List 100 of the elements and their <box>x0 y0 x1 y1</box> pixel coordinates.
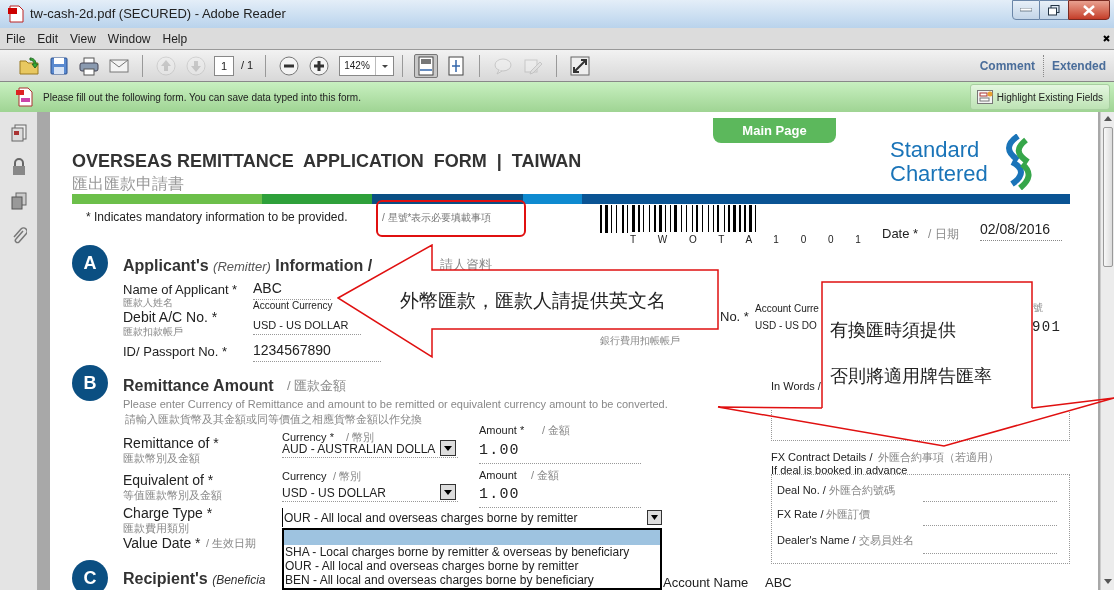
page-count: / 1 <box>241 58 254 74</box>
toolbar-link[interactable]: Comment <box>979 56 1035 75</box>
field-label: Deal No. / <box>777 483 826 498</box>
field-label-zh: 匯款扣款帳戶 <box>123 325 183 339</box>
dropdown-option[interactable]: SHA - Local charges borne by remitter & overseas by beneficiary <box>284 545 660 559</box>
field-label: Name of Applicant * <box>123 281 238 298</box>
amount-field[interactable]: 1.00 <box>479 440 641 464</box>
zoom-field[interactable]: 142% <box>339 55 395 76</box>
highlight-fields-button[interactable]: Highlight Existing Fields <box>969 84 1110 110</box>
toolbar-button[interactable] <box>307 53 332 78</box>
expand-arrows-icon <box>570 55 591 76</box>
open-folder-icon <box>19 55 39 76</box>
field-label: In Words / <box>771 379 821 394</box>
field-label: Debit A/C No. * <box>123 308 218 327</box>
scrollbar-thumb[interactable] <box>1102 127 1113 267</box>
currency-dropdown[interactable]: USD - US DOLLAR <box>253 317 361 335</box>
lock-icon[interactable] <box>11 158 26 176</box>
account-field[interactable]: 901 <box>1032 317 1062 338</box>
copy-icon[interactable] <box>10 192 27 210</box>
in-words-field[interactable] <box>771 410 1070 441</box>
form-document-icon <box>16 87 34 107</box>
pages-icon[interactable] <box>9 124 28 142</box>
field-label: Currency <box>282 469 327 484</box>
section-badge: B <box>72 365 108 401</box>
field-label-zh: / 金額 <box>531 468 560 483</box>
amount-field[interactable]: 1.00 <box>479 484 641 508</box>
toolbar-link[interactable]: Extended <box>1052 56 1106 75</box>
instruction-text-zh: 請輸入匯款貨幣及其金額或同等價值之相應貨幣金額以作兌換 <box>125 412 422 427</box>
id-field[interactable]: 1234567890 <box>253 340 381 362</box>
charge-type-dropdown[interactable]: OUR - All local and overseas charges borne by remitter <box>282 508 662 527</box>
date-label: Date * <box>882 225 919 243</box>
menu-item[interactable]: View <box>64 29 102 48</box>
field-label: No. * <box>720 308 749 326</box>
field-label-zh: 號 <box>1033 301 1043 315</box>
save-icon <box>49 55 69 76</box>
field-label: Account Name <box>663 574 749 590</box>
menu-item[interactable]: Edit <box>31 29 65 48</box>
close-button[interactable] <box>1068 0 1110 20</box>
field-label: Amount <box>479 468 517 483</box>
date-label-zh: / 日期 <box>928 226 959 243</box>
close-icon[interactable] <box>1103 35 1110 42</box>
dropdown-list[interactable]: SHA - Local charges borne by remitter & overseas by beneficiary OUR - All local and overseas charges borne by remitter BEN - All local and overseas charges borne by beneficiary <box>282 528 662 590</box>
scroll-up-icon[interactable] <box>1103 116 1112 121</box>
callout-text: 有換匯時須提供 <box>830 318 956 342</box>
field-label: FX Rate / <box>777 507 824 522</box>
field-label-zh: 交易員姓名 <box>858 533 914 548</box>
field-label-zh: / 生效日期 <box>206 536 257 551</box>
mandatory-note: * Indicates mandatory information to be provided. <box>86 209 348 226</box>
field-label-zh: 匯款人姓名 <box>123 296 173 310</box>
field-label: Value Date * <box>123 534 201 553</box>
date-field[interactable]: 02/08/2016 <box>980 219 1062 241</box>
section-heading: Remittance Amount <box>123 376 274 396</box>
field-label-zh: 外匯訂價 <box>826 507 871 522</box>
account-name-field[interactable]: ABC <box>765 573 792 590</box>
toolbar-button[interactable] <box>568 53 593 78</box>
name-field[interactable]: ABC <box>253 278 331 300</box>
callout-text: 外幣匯款，匯款人請提供英文名 <box>400 288 666 313</box>
field-label: Remittance of * <box>123 434 219 453</box>
fill-in-line[interactable] <box>923 524 1057 526</box>
mandatory-note-zh: / 星號*表示必要填載事項 <box>376 200 526 237</box>
field-label-zh: 匯款費用類別 <box>123 521 189 536</box>
fill-in-line[interactable] <box>923 552 1057 554</box>
section-badge: A <box>72 245 108 281</box>
section-heading: Applicant's (Remitter) Information / <box>123 256 373 276</box>
speech-bubble-icon <box>493 55 514 76</box>
restore-icon <box>1048 4 1060 16</box>
field-label-zh: 外匯合約事項（若適用） <box>878 450 999 465</box>
currency-dropdown[interactable]: USD - US DO <box>755 318 817 333</box>
field-label-zh: 外匯合約號碼 <box>828 483 895 498</box>
menu-item[interactable]: Help <box>156 29 194 48</box>
page-number-field[interactable]: 1 <box>214 55 234 76</box>
maximize-button[interactable] <box>1040 0 1068 20</box>
field-label-zh: 等值匯款幣別及金額 <box>123 488 222 503</box>
scrollbar[interactable] <box>1100 112 1114 590</box>
paperclip-icon[interactable] <box>10 226 27 244</box>
menu-item[interactable]: File <box>0 29 32 48</box>
field-label: If deal is booked in advance <box>771 463 908 478</box>
field-label: Equivalent of * <box>123 471 214 490</box>
currency-dropdown[interactable]: USD - US DOLLAR <box>282 484 458 502</box>
close-icon <box>1083 4 1095 16</box>
field-label-zh: / 幣別 <box>333 469 362 484</box>
fit-width-icon <box>446 55 467 76</box>
section-badge: C <box>72 560 108 590</box>
section-heading: Recipient's (Beneficia <box>123 570 266 589</box>
form-message: Please fill out the following form. You can save data typed into this form. <box>43 90 361 105</box>
menu-item[interactable]: Window <box>101 29 157 48</box>
dropdown-option[interactable]: BEN - All local and overseas charges borne by beneficiary <box>284 573 660 587</box>
dropdown-option[interactable]: OUR - All local and overseas charges borne by remitter <box>284 559 660 573</box>
zoom-out-icon <box>279 55 300 76</box>
field-label: Account Curre <box>755 302 819 316</box>
toolbar-button[interactable] <box>277 53 302 78</box>
field-label: Charge Type * <box>123 504 213 523</box>
print-icon <box>79 55 99 76</box>
logo-text: Chartered <box>890 162 988 185</box>
fill-in-line[interactable] <box>923 500 1057 502</box>
scroll-down-icon[interactable] <box>1103 579 1112 584</box>
form-title-zh: 匯出匯款申請書 <box>72 174 184 194</box>
field-label: ID/ Passport No. * <box>123 343 228 361</box>
logo-text: Standard <box>890 138 980 161</box>
field-label: Account Currency <box>253 299 333 313</box>
